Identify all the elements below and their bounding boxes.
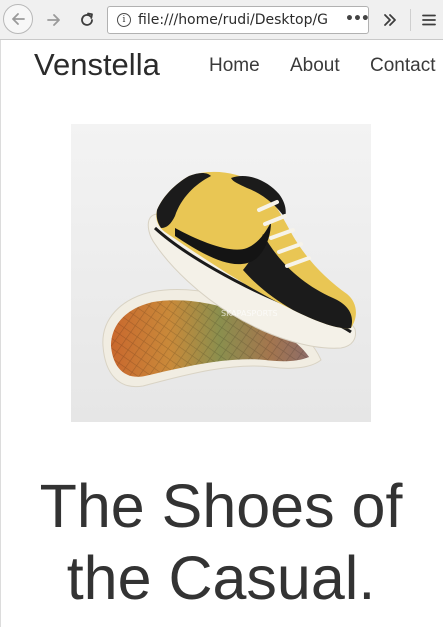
hero-title: The Shoes of the Casual.: [1, 470, 441, 614]
hero-title-line-2: the Casual.: [66, 544, 376, 612]
toolbar-overflow-button[interactable]: [374, 4, 406, 36]
toolbar-divider: [410, 9, 411, 31]
reload-button[interactable]: [71, 4, 103, 36]
web-page: Venstella Home About Contact SKAPASPORTS…: [0, 40, 443, 627]
hero-title-line-1: The Shoes of: [39, 472, 403, 540]
nav-link-home[interactable]: Home: [209, 55, 260, 77]
nav-link-about[interactable]: About: [290, 55, 340, 77]
address-bar[interactable]: i file:///home/rudi/Desktop/G •••: [107, 6, 369, 34]
forward-button[interactable]: [38, 4, 70, 36]
arrow-left-icon: [12, 13, 25, 25]
site-brand[interactable]: Venstella: [34, 47, 160, 83]
back-button[interactable]: [3, 4, 33, 34]
watermark-text: SKAPASPORTS: [221, 309, 278, 318]
hamburger-menu-icon: [422, 14, 436, 26]
reload-icon: [81, 12, 93, 26]
sneaker-illustration: SKAPASPORTS: [71, 124, 371, 422]
product-image: SKAPASPORTS: [71, 124, 371, 422]
arrow-right-icon: [47, 14, 60, 26]
nav-link-contact[interactable]: Contact: [370, 55, 435, 77]
url-text[interactable]: file:///home/rudi/Desktop/G: [138, 11, 342, 29]
info-icon[interactable]: i: [117, 13, 131, 27]
page-actions-icon[interactable]: •••: [345, 10, 368, 30]
double-chevron-right-icon: [384, 14, 396, 26]
browser-toolbar: i file:///home/rudi/Desktop/G •••: [0, 0, 443, 40]
menu-button[interactable]: [414, 4, 443, 36]
